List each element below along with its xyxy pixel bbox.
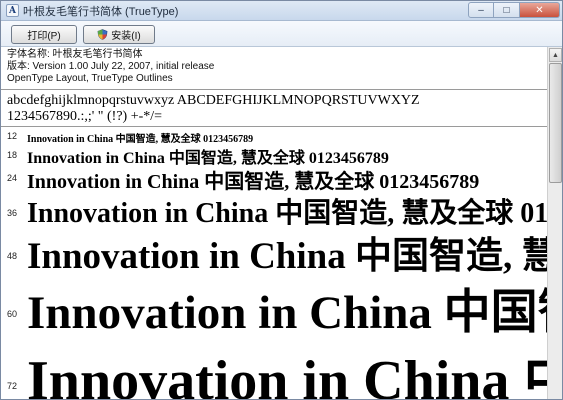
install-button[interactable]: 安装(I) bbox=[83, 25, 155, 44]
charset-digits-symbols: 1234567890.:,;' " (!?) +-*/= bbox=[7, 109, 163, 124]
toolbar: 打印(P) 安装(I) bbox=[1, 21, 562, 47]
font-name-line: 字体名称: 叶根友毛笔行书简体 bbox=[7, 49, 143, 60]
divider bbox=[1, 89, 558, 90]
print-button[interactable]: 打印(P) bbox=[11, 25, 77, 44]
sample-viewport[interactable]: 12 Innovation in China 中国智造, 慧及全球 012345… bbox=[1, 127, 549, 400]
title-bar[interactable]: A 叶根友毛笔行书简体 (TrueType) – □ ✕ bbox=[1, 1, 562, 21]
font-file-icon: A bbox=[6, 4, 19, 17]
size-label: 12 bbox=[7, 131, 18, 141]
sample-text: Innovation in China 中国智造, 慧及全球 012345678… bbox=[27, 287, 549, 339]
scrollbar-thumb[interactable] bbox=[549, 63, 562, 183]
charset-letters: abcdefghijklmnopqrstuvwxyz ABCDEFGHIJKLM… bbox=[7, 93, 420, 108]
size-label: 18 bbox=[7, 150, 18, 160]
sample-text: Innovation in China 中国智造, 慧及全球 012345678… bbox=[27, 236, 549, 277]
font-info: 字体名称: 叶根友毛笔行书简体 版本: Version 1.00 July 22… bbox=[7, 49, 214, 85]
font-version-line: 版本: Version 1.00 July 22, 2007, initial … bbox=[7, 61, 215, 72]
window-title: 叶根友毛笔行书简体 (TrueType) bbox=[23, 5, 179, 18]
vertical-scrollbar[interactable]: ▲ bbox=[547, 47, 562, 399]
maximize-button[interactable]: □ bbox=[494, 2, 520, 18]
minimize-button[interactable]: – bbox=[468, 2, 494, 18]
sample-text: Innovation in China 中国智造, 慧及全球 012345678… bbox=[27, 171, 480, 193]
size-label: 48 bbox=[7, 251, 18, 261]
sample-text: Innovation in China 中国智造, 慧及全球 012345678… bbox=[27, 134, 254, 145]
font-type-line: OpenType Layout, TrueType Outlines bbox=[7, 73, 173, 84]
shield-icon bbox=[97, 29, 108, 40]
size-label: 72 bbox=[7, 381, 18, 391]
window-controls: – □ ✕ bbox=[468, 2, 560, 18]
scroll-up-arrow-icon[interactable]: ▲ bbox=[549, 48, 562, 62]
install-button-label: 安装(I) bbox=[111, 31, 141, 42]
size-label: 36 bbox=[7, 208, 18, 218]
size-label: 60 bbox=[7, 309, 18, 319]
font-viewer-window: A 叶根友毛笔行书简体 (TrueType) – □ ✕ 打印(P) 安装(I)… bbox=[0, 0, 563, 400]
sample-text: Innovation in China 中国智造, 慧及全球 012345678… bbox=[27, 350, 549, 400]
close-button[interactable]: ✕ bbox=[520, 2, 560, 18]
size-label: 24 bbox=[7, 173, 18, 183]
